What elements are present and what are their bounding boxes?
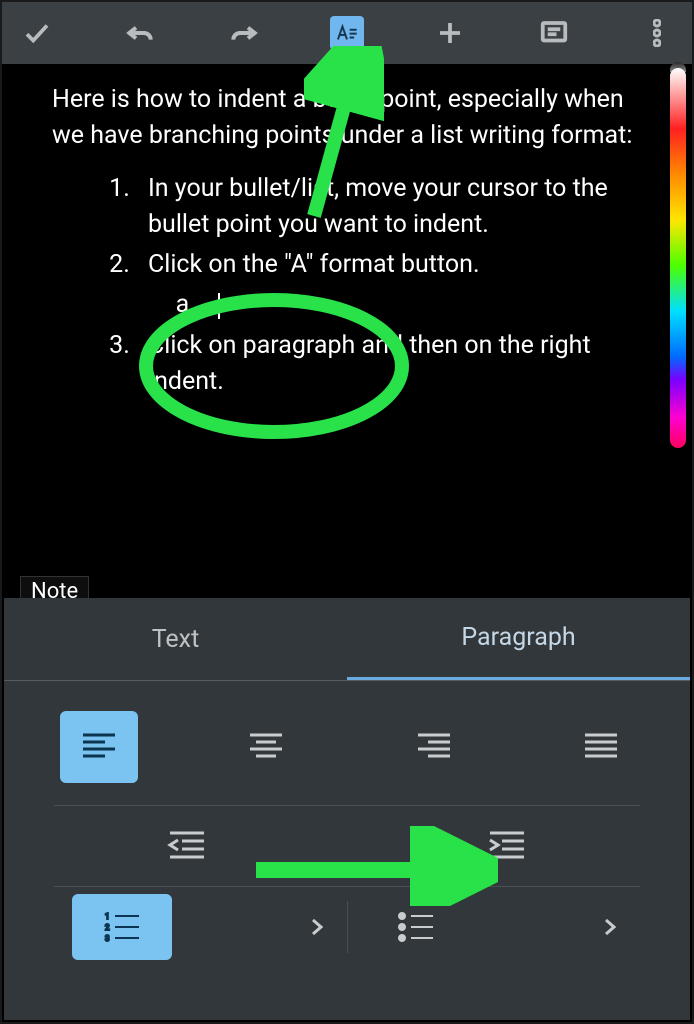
accept-icon[interactable] <box>20 16 54 50</box>
align-left-button[interactable] <box>60 711 138 783</box>
indent-row <box>54 806 640 886</box>
numbered-list-button[interactable]: 1 2 3 <box>72 894 172 960</box>
intro-paragraph[interactable]: Here is how to indent a bullet point, es… <box>52 82 642 155</box>
svg-text:2: 2 <box>105 923 110 932</box>
alignment-row <box>54 707 640 787</box>
tab-text[interactable]: Text <box>4 598 347 680</box>
insert-icon[interactable] <box>433 16 467 50</box>
tab-paragraph[interactable]: Paragraph <box>347 598 690 680</box>
document-body[interactable]: Here is how to indent a bullet point, es… <box>2 64 692 624</box>
list-item[interactable] <box>202 287 642 323</box>
list-item[interactable]: In your bullet/list, move your cursor to… <box>136 171 642 244</box>
more-icon[interactable] <box>640 16 674 50</box>
align-right-button[interactable] <box>395 711 473 783</box>
decrease-indent-button[interactable] <box>162 821 212 871</box>
numbered-list-more-icon[interactable] <box>305 915 329 939</box>
numbered-list[interactable]: In your bullet/list, move your cursor to… <box>52 171 642 401</box>
text-format-button[interactable] <box>330 16 364 50</box>
nested-list[interactable] <box>148 287 642 323</box>
undo-icon[interactable] <box>123 16 157 50</box>
svg-text:1: 1 <box>105 912 110 921</box>
svg-text:3: 3 <box>105 934 110 943</box>
list-row: 1 2 3 <box>54 887 640 967</box>
panel-tabs: Text Paragraph <box>4 598 690 680</box>
format-panel: Text Paragraph <box>4 598 690 1020</box>
redo-icon[interactable] <box>227 16 261 50</box>
list-item[interactable]: Click on the "A" format button. <box>136 247 642 324</box>
top-toolbar <box>2 2 692 64</box>
rainbow-scrollbar[interactable] <box>670 68 686 448</box>
bulleted-list-more-icon[interactable] <box>598 915 622 939</box>
comment-icon[interactable] <box>537 16 571 50</box>
align-justify-button[interactable] <box>563 711 641 783</box>
text-cursor <box>218 293 220 319</box>
align-center-button[interactable] <box>228 711 306 783</box>
paragraph-pane: 1 2 3 <box>4 681 690 967</box>
list-item[interactable]: Click on paragraph and then on the right… <box>136 328 642 401</box>
bulleted-list-button[interactable] <box>366 894 466 960</box>
increase-indent-button[interactable] <box>482 821 532 871</box>
